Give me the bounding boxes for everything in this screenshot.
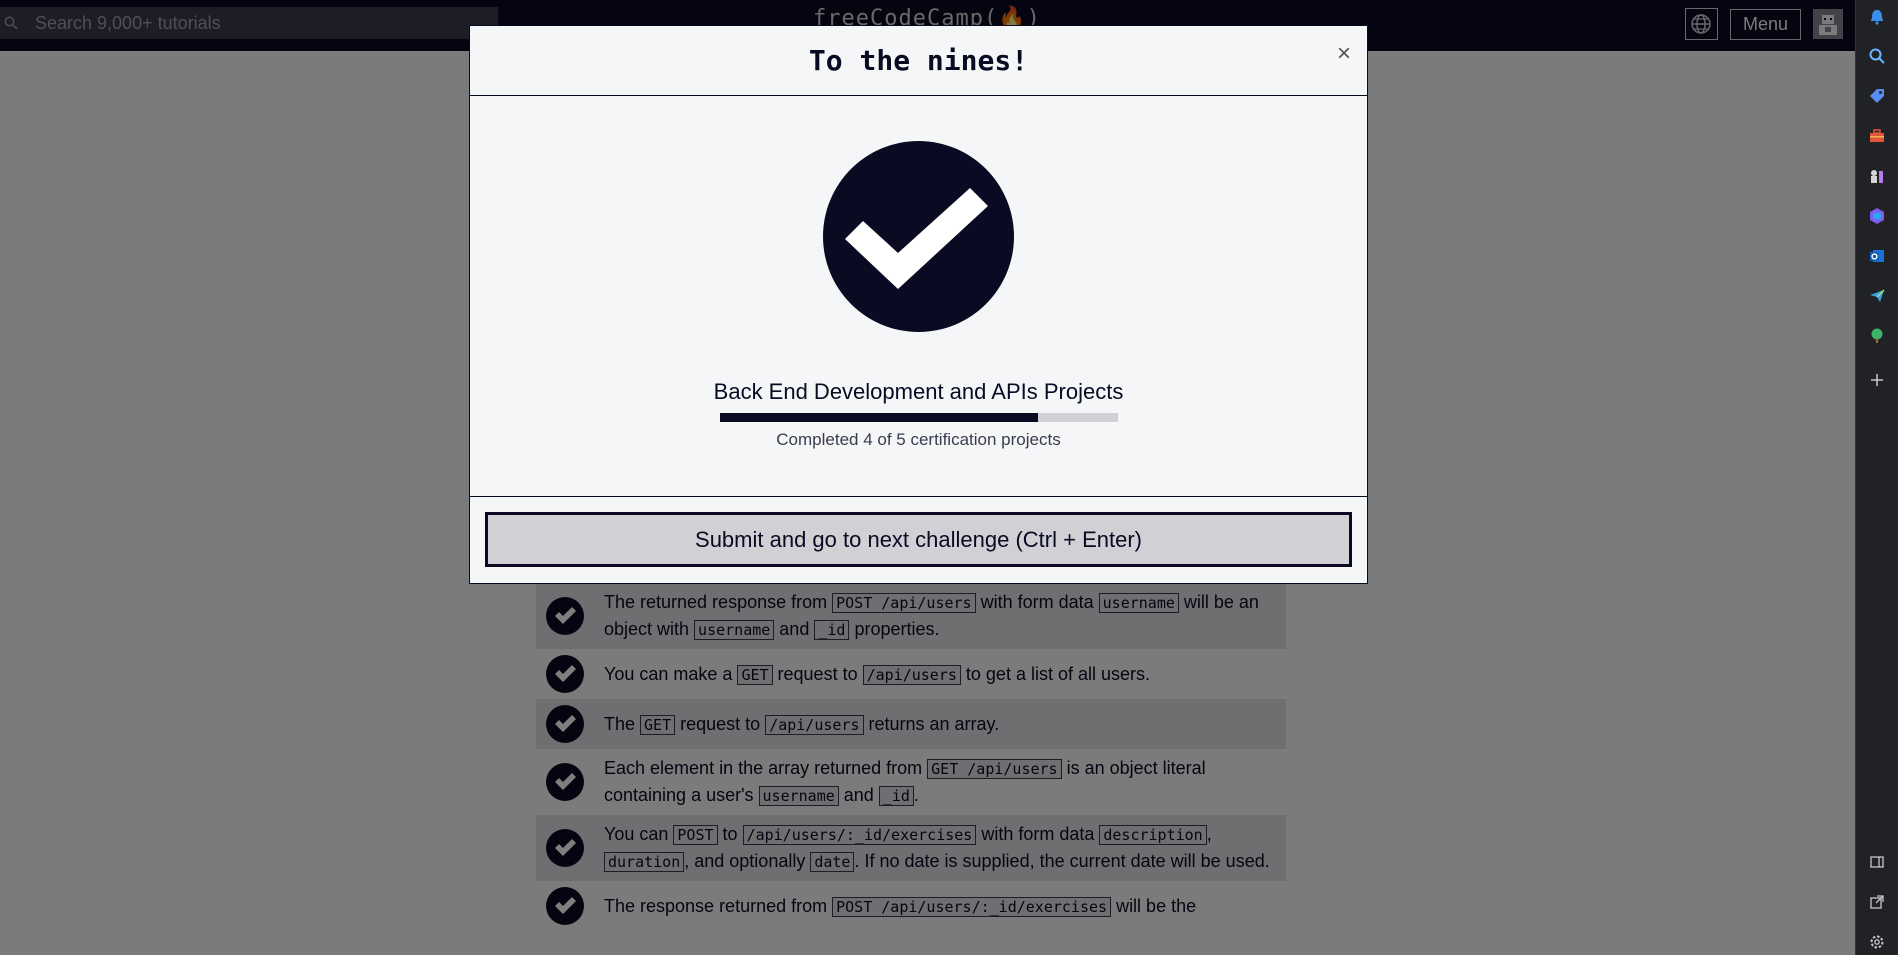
outlook-icon[interactable] xyxy=(1867,246,1887,266)
external-link-icon[interactable] xyxy=(1867,892,1887,912)
browser-sidebar xyxy=(1855,0,1898,955)
modal-footer: Submit and go to next challenge (Ctrl + … xyxy=(470,497,1367,582)
submit-next-button[interactable]: Submit and go to next challenge (Ctrl + … xyxy=(485,512,1352,567)
copilot-icon[interactable] xyxy=(1867,206,1887,226)
send-icon[interactable] xyxy=(1867,286,1887,306)
search-icon[interactable] xyxy=(1867,46,1887,66)
completed-check-icon xyxy=(823,141,1014,332)
modal-title: To the nines! xyxy=(808,44,1029,77)
bell-icon[interactable] xyxy=(1867,7,1887,27)
sidebar-toggle-icon[interactable] xyxy=(1867,852,1887,872)
progress-bar xyxy=(720,413,1118,422)
progress-text: Completed 4 of 5 certification projects xyxy=(776,430,1061,449)
modal-header: To the nines! × xyxy=(470,26,1367,96)
chess-icon[interactable] xyxy=(1867,166,1887,186)
certification-title: Back End Development and APIs Projects xyxy=(713,379,1124,404)
modal-body: Back End Development and APIs Projects C… xyxy=(470,96,1367,497)
completion-modal: To the nines! × Back End Development and… xyxy=(469,25,1368,584)
toolbox-icon[interactable] xyxy=(1867,126,1887,146)
plus-icon[interactable] xyxy=(1867,370,1887,390)
tree-icon[interactable] xyxy=(1867,326,1887,346)
close-icon[interactable]: × xyxy=(1337,40,1351,68)
settings-icon[interactable] xyxy=(1867,932,1887,952)
tag-icon[interactable] xyxy=(1867,86,1887,106)
progress-bar-fill xyxy=(720,413,1039,422)
